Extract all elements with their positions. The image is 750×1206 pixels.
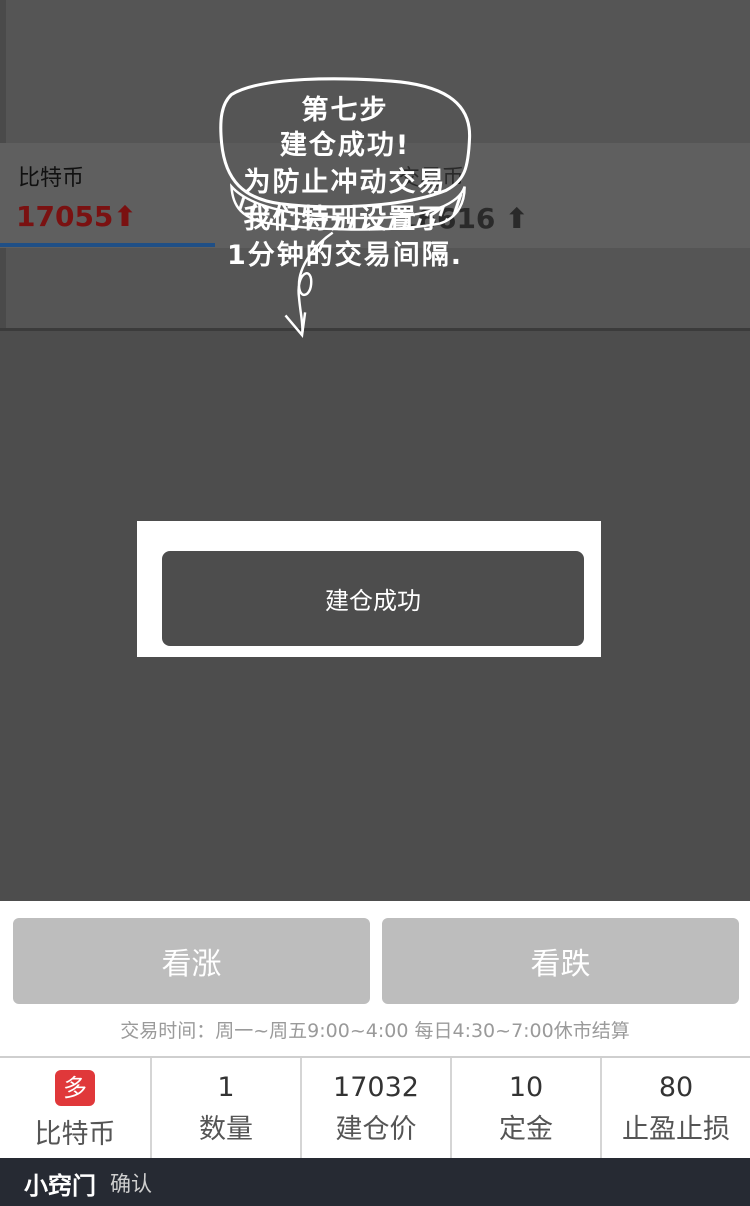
asset-label: 比特币 (34, 1119, 116, 1150)
position-asset-cell: 多 比特币 (0, 1058, 152, 1158)
quantity-value: 1 (217, 1072, 235, 1103)
tp-sl-cell: 80 止盈止损 (602, 1058, 750, 1158)
app-logo: 小窍门 (24, 1172, 96, 1200)
direction-badge: 多 (55, 1070, 95, 1106)
buy-rise-button[interactable]: 看涨 (13, 918, 370, 1004)
ticker-left-name: 比特币 (18, 166, 85, 191)
callout-line-4: 我们特别设置了 (243, 204, 447, 235)
open-price-cell: 17032 建仓价 (302, 1058, 452, 1158)
ticker-left-price: 17055⬆ (16, 200, 137, 233)
quantity-cell: 1 数量 (152, 1058, 302, 1158)
confirm-link[interactable]: 确认 (110, 1168, 152, 1198)
deposit-cell: 10 定金 (452, 1058, 602, 1158)
buy-fall-button[interactable]: 看跌 (382, 918, 739, 1004)
tp-sl-label: 止盈止损 (622, 1114, 730, 1145)
deposit-label: 定金 (499, 1114, 553, 1145)
position-summary: 多 比特币 1 数量 17032 建仓价 10 定金 80 止盈止损 (0, 1056, 750, 1160)
open-price-label: 建仓价 (335, 1114, 417, 1145)
callout-line-1: 第七步 (301, 95, 389, 126)
callout-line-2: 建仓成功! (279, 130, 411, 161)
deposit-value: 10 (508, 1072, 544, 1103)
open-price-value: 17032 (333, 1072, 419, 1103)
ticker-left-price-value: 17055 (16, 200, 114, 233)
callout-line-3: 为防止冲动交易 (243, 167, 447, 198)
callout-line-5: 1分钟的交易间隔. (226, 240, 464, 271)
trading-hours-text: 交易时间：周一~周五9:00~4:00 每日4:30~7:00休市结算 (120, 1020, 630, 1042)
quantity-label: 数量 (199, 1114, 253, 1145)
tp-sl-value: 80 (658, 1072, 694, 1103)
success-confirm-button[interactable]: 建仓成功 (162, 551, 584, 646)
